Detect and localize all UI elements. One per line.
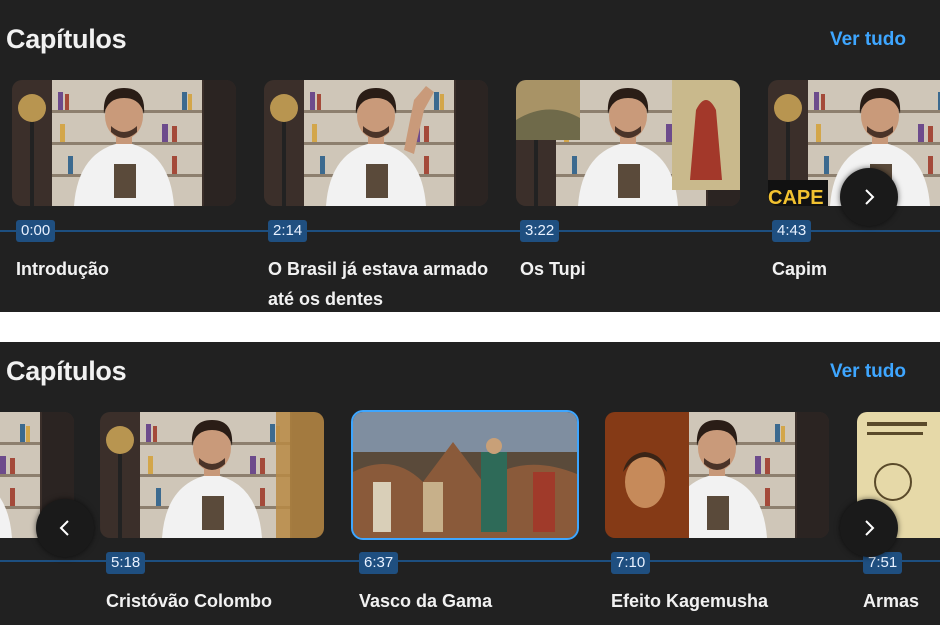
chapter-timestamp[interactable]: 3:22: [520, 220, 560, 242]
chapter-thumbnail[interactable]: [605, 412, 829, 538]
chapter-timestamp[interactable]: 7:10: [611, 552, 651, 574]
see-all-link[interactable]: Ver tudo: [830, 361, 906, 383]
chapter-timestamp[interactable]: 6:37: [359, 552, 399, 574]
previous-button[interactable]: [36, 499, 94, 557]
chapter-title[interactable]: Os Tupi: [520, 254, 750, 284]
chapters-panel-top: Capítulos Ver tudo 0:00 Introdução 2:14 …: [0, 0, 940, 312]
next-button[interactable]: [840, 499, 898, 557]
section-title: Capítulos: [6, 356, 127, 386]
chapters-panel-bottom: Capítulos Ver tudo 5:18 Cristóvão Colomb…: [0, 342, 940, 625]
chapter-title[interactable]: Vasco da Gama: [359, 586, 589, 616]
chevron-left-icon: [59, 520, 69, 536]
chapter-thumbnail[interactable]: [12, 80, 236, 206]
chapter-title[interactable]: O Brasil já estava armado até os dentes: [268, 254, 498, 312]
section-title: Capítulos: [6, 24, 127, 54]
chapter-title[interactable]: Armas: [863, 586, 940, 616]
chevron-right-icon: [865, 189, 875, 205]
chapter-title[interactable]: Capim: [772, 254, 940, 284]
chapter-timestamp[interactable]: 4:43: [772, 220, 812, 242]
chapter-thumbnail[interactable]: [351, 410, 579, 540]
chapter-title[interactable]: Introdução: [16, 254, 246, 284]
see-all-link[interactable]: Ver tudo: [830, 29, 906, 51]
chapter-title[interactable]: Cristóvão Colombo: [106, 586, 336, 616]
next-button[interactable]: [840, 168, 898, 226]
thumbnail-overlay-text: CAPE: [768, 187, 824, 206]
chapter-thumbnail[interactable]: [100, 412, 324, 538]
chapter-thumbnail[interactable]: [516, 80, 740, 206]
chapter-thumbnail[interactable]: [264, 80, 488, 206]
chevron-right-icon: [865, 520, 875, 536]
chapter-title[interactable]: Efeito Kagemusha: [611, 586, 841, 616]
chapter-timestamp[interactable]: 5:18: [106, 552, 146, 574]
chapter-timestamp[interactable]: 2:14: [268, 220, 308, 242]
chapter-timestamp[interactable]: 0:00: [16, 220, 56, 242]
